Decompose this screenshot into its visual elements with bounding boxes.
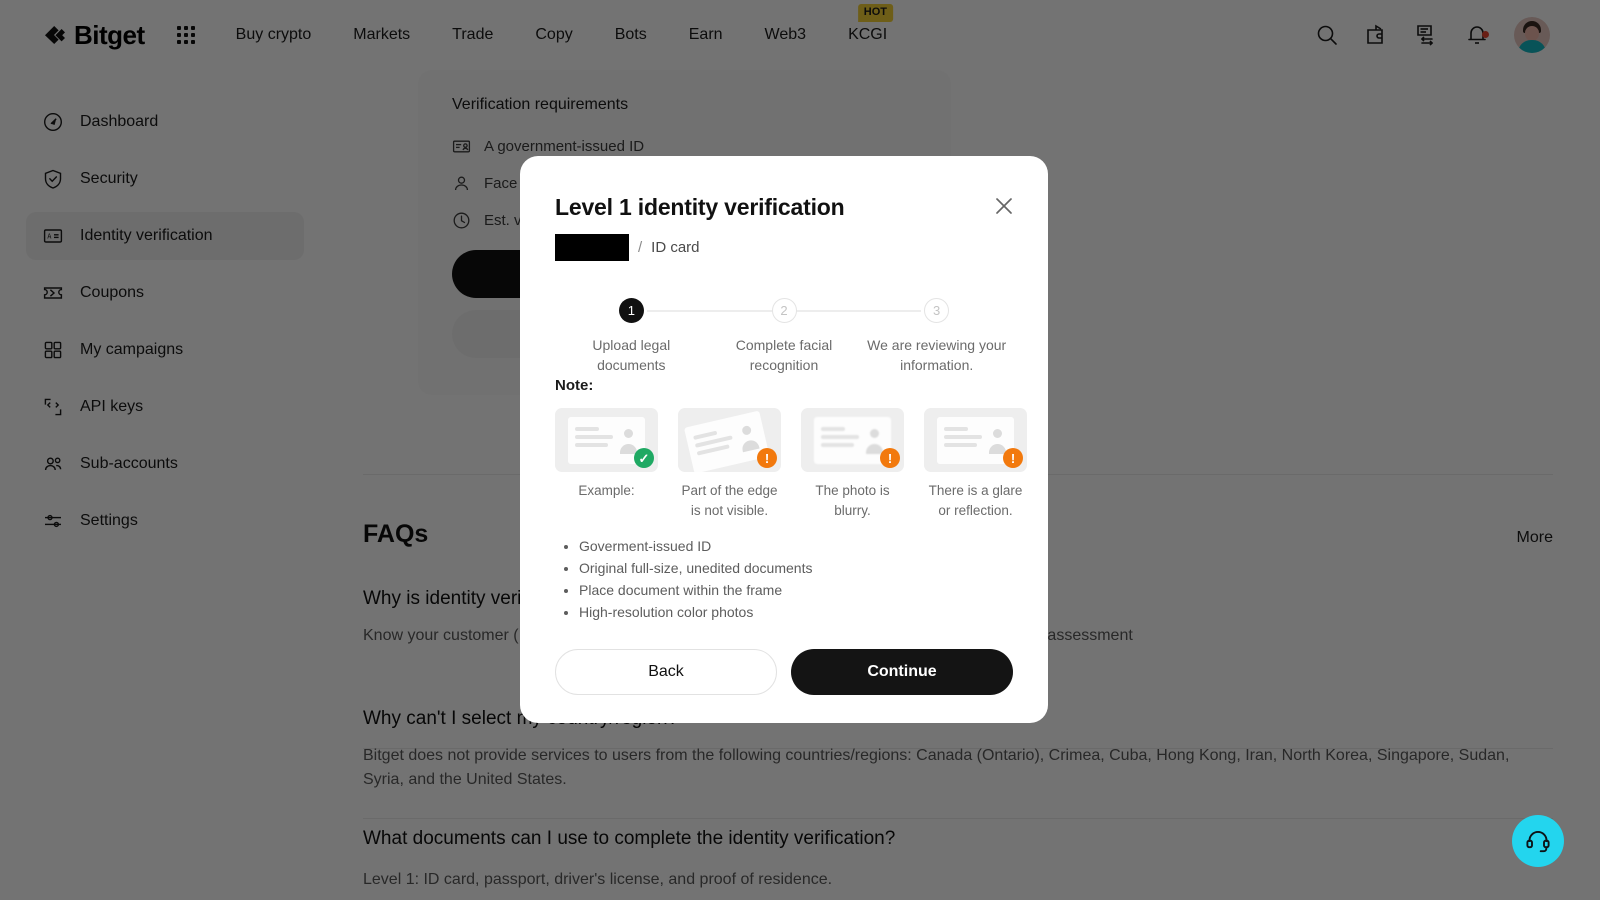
modal-actions: Back Continue	[555, 648, 1013, 695]
id-example-image: ✓	[555, 408, 658, 472]
id-example-image: !	[801, 408, 904, 472]
list-item: Goverment-issued ID	[579, 536, 1013, 556]
step-label: Upload legal documents	[592, 337, 671, 374]
thumbnail-caption: Part of the edge is not visible.	[681, 483, 778, 519]
back-button[interactable]: Back	[555, 648, 777, 695]
note-label: Note:	[555, 377, 594, 394]
thumbnail-item: ! There is a glare or reflection.	[924, 408, 1027, 522]
warning-circle-icon: !	[880, 448, 900, 468]
support-chat-button[interactable]	[1512, 815, 1564, 867]
step-number: 1	[618, 298, 644, 323]
thumbnail-caption: The photo is blurry.	[815, 483, 890, 519]
list-item: Place document within the frame	[579, 580, 1013, 600]
id-example-image: !	[678, 408, 781, 472]
document-type-label: ID card	[651, 239, 700, 256]
modal-subtitle: / ID card	[555, 234, 1013, 261]
verification-stepper: 1 Upload legal documents 2 Complete faci…	[555, 298, 1013, 373]
thumbnail-caption: There is a glare or reflection.	[928, 483, 1023, 519]
example-thumbnails: ✓ Example: ! Part of the edge is not vis…	[555, 408, 1027, 522]
step-number: 3	[924, 298, 950, 323]
thumbnail-item: ! The photo is blurry.	[801, 408, 904, 522]
list-item: Original full-size, unedited documents	[579, 558, 1013, 578]
continue-button[interactable]: Continue	[791, 648, 1013, 695]
warning-circle-icon: !	[757, 448, 777, 468]
identity-verification-modal: Level 1 identity verification / ID card …	[520, 156, 1048, 723]
redacted-country-value	[555, 234, 629, 261]
step-label: We are reviewing your information.	[867, 337, 1007, 374]
step-3: 3 We are reviewing your information.	[860, 298, 1013, 376]
list-item: High-resolution color photos	[579, 602, 1013, 622]
step-label: Complete facial recognition	[735, 337, 833, 374]
thumbnail-item: ! Part of the edge is not visible.	[678, 408, 781, 522]
thumbnail-caption: Example:	[578, 483, 635, 498]
subtitle-separator: /	[638, 239, 643, 256]
check-circle-icon: ✓	[634, 448, 654, 468]
thumbnail-item: ✓ Example:	[555, 408, 658, 522]
step-2: 2 Complete facial recognition	[708, 298, 861, 376]
close-icon[interactable]	[990, 192, 1018, 220]
step-number: 2	[771, 298, 797, 323]
step-1: 1 Upload legal documents	[555, 298, 708, 376]
id-example-image: !	[924, 408, 1027, 472]
headset-icon	[1526, 831, 1550, 853]
warning-circle-icon: !	[1003, 448, 1023, 468]
modal-title: Level 1 identity verification	[555, 194, 845, 220]
requirements-bullet-list: Goverment-issued ID Original full-size, …	[555, 536, 1013, 623]
